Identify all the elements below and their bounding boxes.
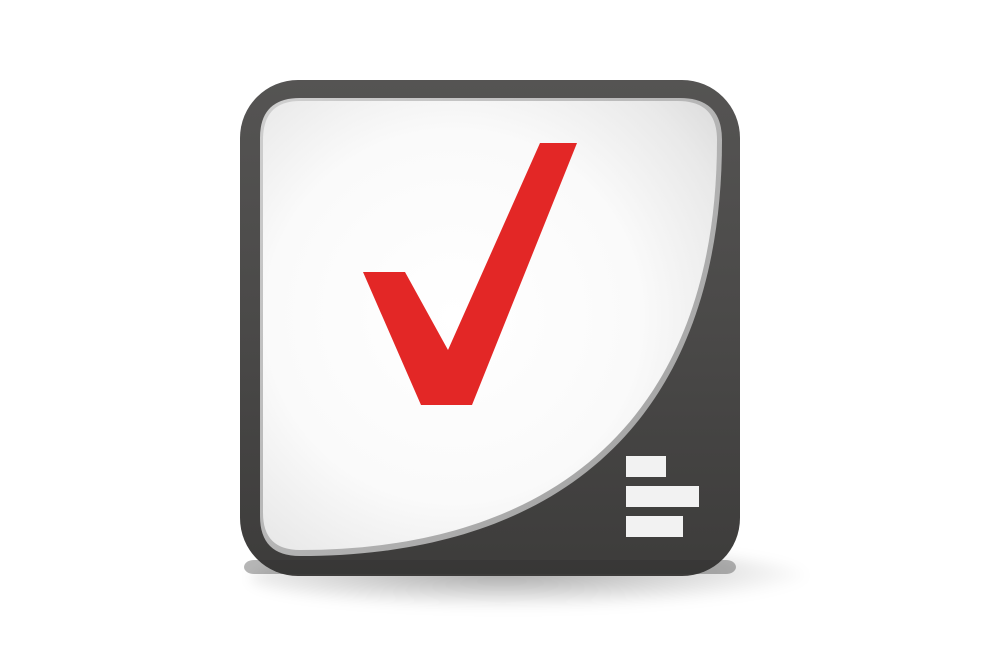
bar-middle bbox=[626, 486, 699, 507]
app-icon[interactable] bbox=[0, 0, 1000, 660]
bar-bottom bbox=[626, 516, 683, 537]
app-icon-stage bbox=[0, 0, 1000, 660]
icon-frame-edge bbox=[244, 560, 736, 574]
bar-top bbox=[626, 456, 666, 477]
